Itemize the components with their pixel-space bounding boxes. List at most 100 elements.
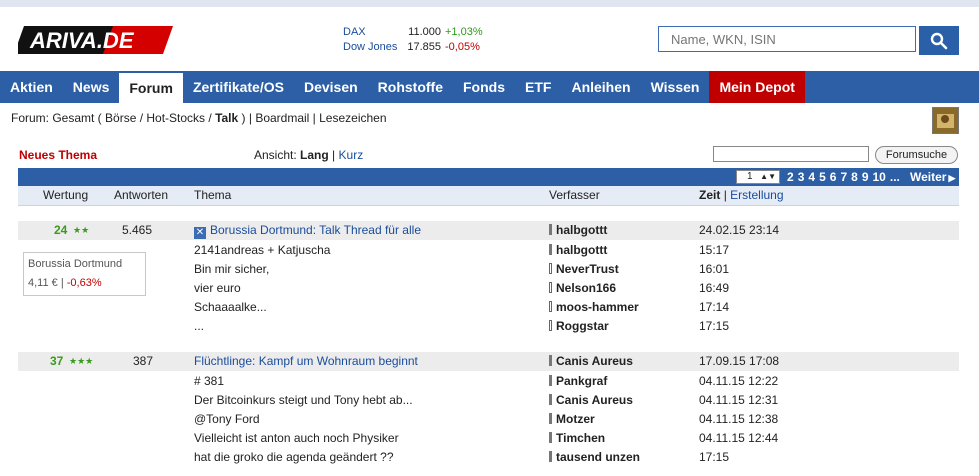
nav-etf[interactable]: ETF: [515, 71, 561, 103]
post-preview[interactable]: vier euro: [194, 279, 241, 298]
forum-search-input[interactable]: [713, 146, 869, 162]
breadcrumb-suffix[interactable]: ) | Boardmail | Lesezeichen: [242, 111, 387, 125]
page-link[interactable]: 10: [873, 170, 886, 184]
post-preview[interactable]: Der Bitcoinkurs steigt und Tony hebt ab.…: [194, 391, 413, 410]
thread-author[interactable]: Canis Aureus: [549, 352, 633, 371]
author-name[interactable]: Pankgraf: [556, 374, 607, 388]
nav-zertifikate[interactable]: Zertifikate/OS: [183, 71, 294, 103]
author-name[interactable]: Canis Aureus: [556, 393, 633, 407]
svg-text:ARIVA.DE: ARIVA.DE: [29, 28, 135, 53]
ticker-name[interactable]: Dow Jones: [343, 40, 403, 55]
stock-quote-box[interactable]: Borussia Dortmund 4,11 € | -0,63%: [23, 252, 146, 296]
post-preview[interactable]: # 381: [194, 372, 224, 391]
post-author[interactable]: NeverTrust: [549, 260, 619, 279]
user-status-icon: [549, 375, 552, 386]
user-avatar[interactable]: [932, 107, 959, 134]
post-preview[interactable]: Schaaaalke...: [194, 298, 267, 317]
nav-anleihen[interactable]: Anleihen: [561, 71, 640, 103]
author-name[interactable]: halbgottt: [556, 243, 607, 257]
thread-icon: ✕: [194, 227, 206, 239]
user-status-icon: [549, 263, 552, 274]
post-author[interactable]: Timchen: [549, 429, 605, 448]
page-select[interactable]: 1 ▲▼: [736, 170, 780, 184]
author-name[interactable]: halbgottt: [556, 223, 607, 237]
author-name[interactable]: NeverTrust: [556, 262, 619, 276]
header-divider: [18, 205, 959, 206]
nav-fonds[interactable]: Fonds: [453, 71, 515, 103]
forum-search-button[interactable]: Forumsuche: [875, 146, 958, 164]
ticker-name[interactable]: DAX: [343, 25, 403, 40]
post-preview[interactable]: @Tony Ford: [194, 410, 260, 429]
user-status-icon: [549, 301, 552, 312]
author-name[interactable]: Nelson166: [556, 281, 616, 295]
rating-stars-icon: ★★★: [69, 356, 94, 366]
thread-title[interactable]: ✕ Borussia Dortmund: Talk Thread für alle: [194, 221, 421, 240]
user-status-icon: [549, 394, 552, 405]
ariva-logo[interactable]: ARIVA.DE: [18, 24, 173, 56]
author-name[interactable]: Roggstar: [556, 319, 609, 333]
nav-mein-depot[interactable]: Mein Depot: [709, 71, 805, 103]
post-time: 04.11.15 12:44: [699, 431, 779, 445]
post-author[interactable]: Motzer: [549, 410, 595, 429]
page-link[interactable]: 6: [830, 170, 837, 184]
author-name[interactable]: Canis Aureus: [556, 354, 633, 368]
post-author[interactable]: Pankgraf: [549, 372, 607, 391]
nav-forum[interactable]: Forum: [119, 71, 183, 103]
thread-time: 17.09.15 17:08: [699, 354, 780, 368]
user-status-icon: [549, 282, 552, 293]
post-author[interactable]: halbgottt: [549, 241, 607, 260]
market-ticker: DAX 11.000 +1,03% Dow Jones 17.855 -0,05…: [343, 25, 483, 55]
post-author[interactable]: moos-hammer: [549, 298, 639, 317]
ticker-row-dax[interactable]: DAX 11.000 +1,03%: [343, 25, 483, 40]
breadcrumb-prefix[interactable]: Forum: Gesamt ( Börse / Hot-Stocks /: [11, 111, 212, 125]
post-preview[interactable]: 2141andreas + Katjuscha: [194, 241, 330, 260]
author-name[interactable]: Motzer: [556, 412, 595, 426]
user-status-icon: [549, 413, 552, 424]
breadcrumb: Forum: Gesamt ( Börse / Hot-Stocks / Tal…: [11, 111, 387, 125]
page-link[interactable]: 3: [798, 170, 805, 184]
page-link[interactable]: 2: [787, 170, 794, 184]
nav-aktien[interactable]: Aktien: [0, 71, 63, 103]
col-replies[interactable]: Antworten: [114, 186, 168, 205]
ticker-value: 17.855: [407, 41, 441, 53]
page-link[interactable]: 7: [840, 170, 847, 184]
view-short-link[interactable]: Kurz: [339, 148, 364, 162]
new-thread-link[interactable]: Neues Thema: [19, 148, 97, 162]
quote-price: 4,11 € |: [28, 277, 64, 289]
search-input[interactable]: [671, 31, 901, 47]
nav-rohstoffe[interactable]: Rohstoffe: [368, 71, 453, 103]
col-time-label[interactable]: Zeit: [699, 188, 720, 202]
post-preview[interactable]: Vielleicht ist anton auch noch Physiker: [194, 429, 399, 448]
col-created-link[interactable]: Erstellung: [730, 188, 783, 202]
col-rating[interactable]: Wertung: [43, 186, 88, 205]
next-page-link[interactable]: Weiter ▶: [910, 169, 955, 186]
page-link[interactable]: 8: [851, 170, 858, 184]
page-link[interactable]: 5: [819, 170, 826, 184]
author-name[interactable]: tausend unzen: [556, 450, 640, 464]
post-author[interactable]: Canis Aureus: [549, 391, 633, 410]
page-link[interactable]: 4: [808, 170, 815, 184]
post-author[interactable]: Roggstar: [549, 317, 609, 336]
search-button[interactable]: [919, 26, 959, 55]
thread-author[interactable]: halbgottt: [549, 221, 607, 240]
post-preview[interactable]: ...: [194, 317, 204, 336]
author-name[interactable]: moos-hammer: [556, 300, 639, 314]
page-ellipsis: ...: [889, 170, 900, 184]
post-author[interactable]: tausend unzen: [549, 448, 640, 467]
quote-name[interactable]: Borussia Dortmund: [28, 258, 122, 270]
thread-title[interactable]: Flüchtlinge: Kampf um Wohnraum beginnt: [194, 352, 418, 371]
nav-devisen[interactable]: Devisen: [294, 71, 368, 103]
ticker-change: +1,03%: [445, 26, 483, 38]
nav-wissen[interactable]: Wissen: [641, 71, 710, 103]
post-preview[interactable]: Bin mir sicher,: [194, 260, 269, 279]
post-preview[interactable]: hat die groko die agenda geändert ??: [194, 448, 394, 467]
col-author[interactable]: Verfasser: [549, 186, 600, 205]
arrow-right-icon: ▶: [948, 173, 956, 183]
page-link[interactable]: 9: [862, 170, 869, 184]
nav-news[interactable]: News: [63, 71, 120, 103]
col-topic[interactable]: Thema: [194, 186, 231, 205]
post-author[interactable]: Nelson166: [549, 279, 616, 298]
thread-title-text[interactable]: Borussia Dortmund: Talk Thread für alle: [210, 223, 421, 237]
author-name[interactable]: Timchen: [556, 431, 605, 445]
ticker-row-dow[interactable]: Dow Jones 17.855 -0,05%: [343, 40, 483, 55]
